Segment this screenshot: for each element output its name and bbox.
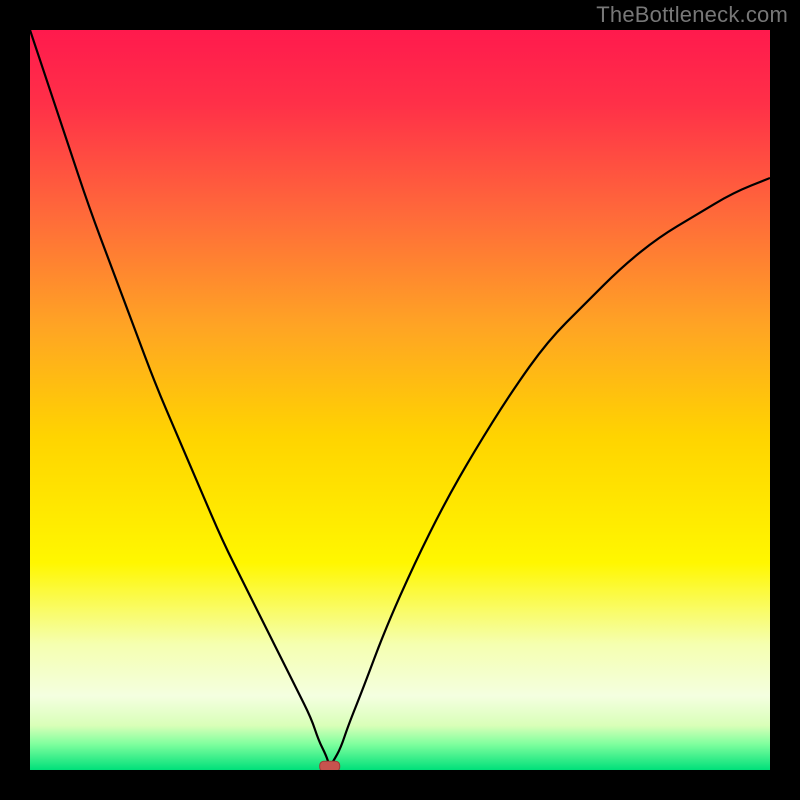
plot-svg — [30, 30, 770, 770]
plot-area — [30, 30, 770, 770]
optimum-marker — [320, 761, 340, 770]
chart-frame: TheBottleneck.com — [0, 0, 800, 800]
watermark-text: TheBottleneck.com — [596, 2, 788, 28]
gradient-background — [30, 30, 770, 770]
